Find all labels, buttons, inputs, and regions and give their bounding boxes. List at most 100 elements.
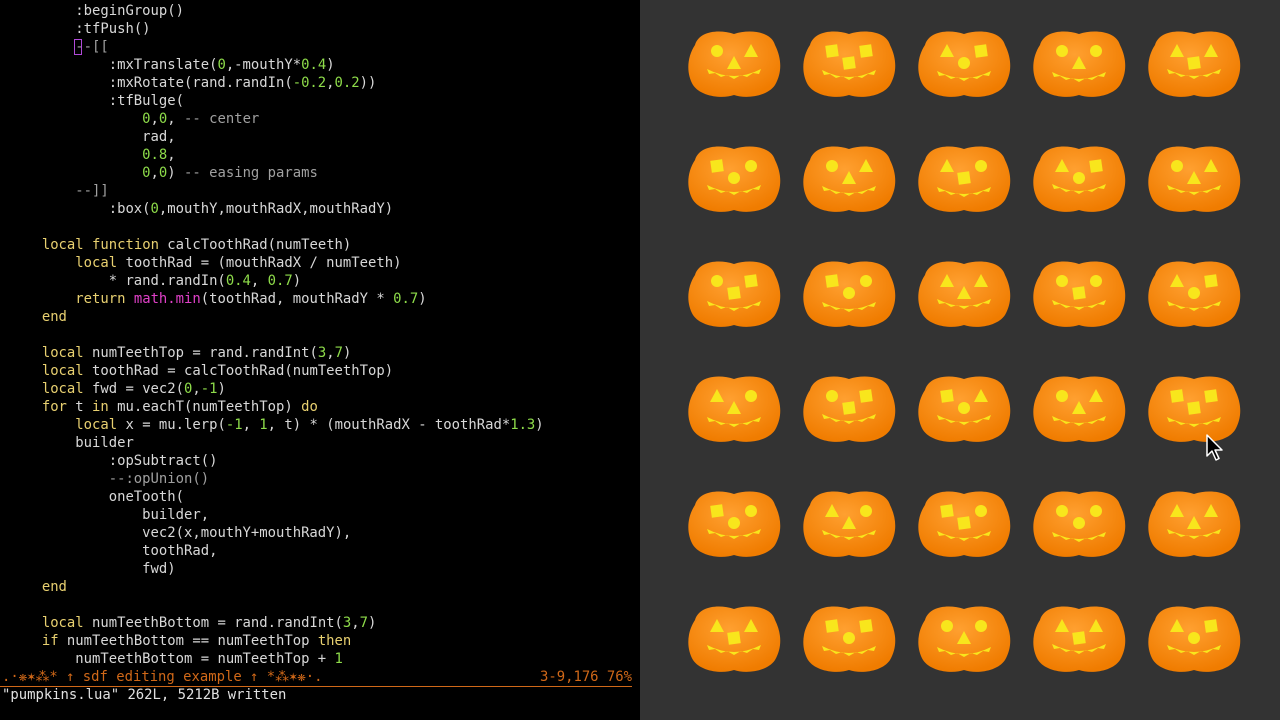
code-token: ,-mouthY* (225, 57, 302, 73)
code-token: numTeethBottom = numTeethTop + (75, 651, 335, 667)
code-token: t (66, 399, 93, 415)
status-line: .·❋✶⁂* ↑ sdf editing example ↑ *⁂✶❋·. 3-… (0, 668, 632, 687)
pumpkin (800, 485, 898, 559)
code-token: 7 (334, 345, 343, 361)
code-token: mu.eachT(numTeethTop) (108, 399, 302, 415)
code-token: :tfBulge( (108, 93, 184, 109)
pumpkin (1145, 140, 1243, 214)
code-token: numTeethTop = rand.randInt( (83, 345, 318, 361)
code-line[interactable]: :box(0,mouthY,mouthRadX,mouthRadY) (0, 200, 393, 218)
code-line[interactable]: numTeethBottom = numTeethTop + 1 (0, 650, 343, 668)
code-token: vec2(x,mouthY+mouthRadY), (142, 525, 352, 541)
code-token: , (242, 417, 260, 433)
command-message: "pumpkins.lua" 262L, 5212B written (2, 687, 287, 703)
code-line[interactable]: 0.8, (0, 146, 176, 164)
code-token: function (92, 237, 159, 253)
code-token: :tfPush() (75, 21, 151, 37)
code-line[interactable]: oneTooth( (0, 488, 184, 506)
code-token: ,mouthY,mouthRadX,mouthRadY) (158, 201, 394, 217)
pumpkin (685, 255, 783, 329)
code-token: ) (217, 381, 226, 397)
code-token: -1 (225, 417, 243, 433)
code-token: oneTooth( (108, 489, 184, 505)
code-token: 0 (142, 111, 151, 127)
pumpkin (915, 485, 1013, 559)
code-token: rad, (142, 129, 176, 145)
code-token: 0.4 (225, 273, 251, 289)
code-line[interactable]: local numTeethBottom = rand.randInt(3,7) (0, 614, 377, 632)
code-token: , (192, 381, 201, 397)
text-cursor (74, 39, 82, 55)
code-token: do (301, 399, 318, 415)
code-line[interactable]: :mxTranslate(0,-mouthY*0.4) (0, 56, 335, 74)
code-token: :mxTranslate( (108, 57, 218, 73)
code-line[interactable]: --:opUnion() (0, 470, 209, 488)
code-line[interactable]: :tfPush() (0, 20, 151, 38)
pumpkin (915, 140, 1013, 214)
code-line[interactable]: fwd) (0, 560, 175, 578)
code-line[interactable]: for t in mu.eachT(numTeethTop) do (0, 398, 318, 416)
code-line[interactable]: --]] (0, 182, 108, 200)
code-line[interactable]: local numTeethTop = rand.randInt(3,7) (0, 344, 352, 362)
code-line[interactable]: :mxRotate(rand.randIn(-0.2,0.2)) (0, 74, 377, 92)
code-line[interactable]: :tfBulge( (0, 92, 184, 110)
code-token: then (317, 633, 352, 649)
code-token: local (41, 615, 84, 631)
code-token: 1 (334, 651, 343, 667)
code-line[interactable]: end (0, 578, 67, 596)
code-token: ) (535, 417, 544, 433)
code-token: calcToothRad(numTeeth) (158, 237, 352, 253)
code-line[interactable]: local fwd = vec2(0,-1) (0, 380, 226, 398)
pumpkin (685, 600, 783, 674)
code-editor[interactable]: :beginGroup() :tfPush() --[[ :mxTranslat… (0, 0, 640, 720)
code-token: -- easing params (184, 165, 318, 181)
pumpkin (1030, 25, 1128, 99)
pumpkin (1030, 255, 1128, 329)
code-token: , (167, 147, 176, 163)
code-token: if (41, 633, 59, 649)
code-line[interactable]: toothRad, (0, 542, 217, 560)
code-token: 0 (150, 201, 159, 217)
code-token: x = mu.lerp( (117, 417, 226, 433)
code-line[interactable]: local function calcToothRad(numTeeth) (0, 236, 351, 254)
code-token: , (150, 165, 159, 181)
code-token: 0 (142, 165, 151, 181)
code-token: numTeethBottom == numTeethTop (58, 633, 318, 649)
code-token: math.min (133, 291, 201, 307)
code-line[interactable]: vec2(x,mouthY+mouthRadY), (0, 524, 351, 542)
code-token: , (351, 615, 360, 631)
code-line[interactable]: end (0, 308, 67, 326)
pumpkin (685, 25, 783, 99)
code-token: 7 (359, 615, 369, 631)
code-token: builder, (142, 507, 210, 523)
code-line[interactable]: --[[ (0, 38, 108, 56)
code-token: 0.7 (267, 273, 293, 289)
code-token: local (41, 237, 84, 253)
code-line[interactable]: return math.min(toothRad, mouthRadY * 0.… (0, 290, 426, 308)
code-token: local (75, 417, 118, 433)
code-line[interactable]: local toothRad = (mouthRadX / numTeeth) (0, 254, 401, 272)
code-token: 1.3 (510, 417, 536, 433)
code-token: toothRad, (142, 543, 218, 559)
pumpkin (915, 25, 1013, 99)
code-line[interactable]: * rand.randIn(0.4, 0.7) (0, 272, 301, 290)
code-token: :beginGroup() (75, 3, 184, 19)
render-viewport[interactable] (640, 0, 1280, 720)
code-line[interactable]: local toothRad = calcToothRad(numTeethTo… (0, 362, 393, 380)
code-line[interactable]: 0,0, -- center (0, 110, 259, 128)
code-token: local (41, 345, 84, 361)
pumpkin (800, 370, 898, 444)
code-line[interactable]: 0,0) -- easing params (0, 164, 318, 182)
status-title: .·❋✶⁂* ↑ sdf editing example ↑ *⁂✶❋·. (2, 669, 323, 685)
code-token: end (41, 309, 67, 325)
code-token: return (75, 291, 126, 307)
code-line[interactable]: builder, (0, 506, 209, 524)
code-line[interactable]: local x = mu.lerp(-1, 1, t) * (mouthRadX… (0, 416, 544, 434)
code-line[interactable]: if numTeethBottom == numTeethTop then (0, 632, 351, 650)
code-line[interactable]: rad, (0, 128, 176, 146)
code-line[interactable]: :opSubtract() (0, 452, 218, 470)
code-line[interactable]: :beginGroup() (0, 2, 184, 20)
code-line[interactable]: builder (0, 434, 134, 452)
